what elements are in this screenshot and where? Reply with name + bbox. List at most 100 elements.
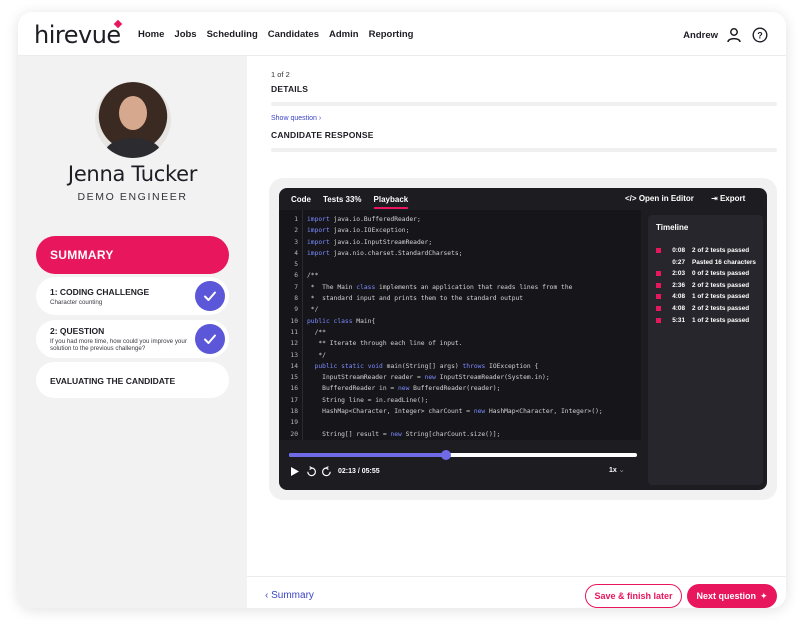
timeline-event[interactable]: 0:27 Pasted 16 characters (656, 257, 756, 268)
nav-home[interactable]: Home (138, 29, 164, 40)
speed-value: 1x (609, 467, 617, 474)
hirevue-logo[interactable]: hirevue (34, 21, 121, 49)
candidate-avatar (95, 82, 171, 158)
event-text: 0 of 2 tests passed (692, 270, 750, 278)
back-to-summary-link[interactable]: ‹ Summary (265, 590, 314, 601)
event-marker-icon (656, 306, 661, 311)
code-line: 12 ** Iterate through each line of input… (279, 338, 641, 349)
step-subtitle: If you had more time, how could you impr… (50, 338, 187, 353)
user-icon[interactable] (726, 27, 742, 43)
line-number: 18 (290, 408, 298, 416)
line-number: 11 (290, 328, 298, 336)
code-text: * The Main class implements an applicati… (307, 283, 573, 291)
code-text: HashMap<Character, Integer> charCount = … (307, 408, 603, 416)
event-text: 1 of 2 tests passed (692, 293, 750, 301)
rewind-icon[interactable] (306, 465, 317, 477)
code-line: 15 InputStreamReader reader = new InputS… (279, 372, 641, 383)
code-view[interactable]: 1 import java.io.BufferedReader; 2 import j… (279, 210, 641, 440)
code-line: 13 */ (279, 350, 641, 361)
next-question-button[interactable]: Next question ✦ (687, 584, 777, 608)
event-text: 2 of 2 tests passed (692, 281, 750, 289)
timeline-event[interactable]: 5:31 1 of 2 tests passed (656, 315, 749, 326)
tab-tests[interactable]: Tests 33% (323, 195, 362, 204)
timeline-event[interactable]: 0:08 2 of 2 tests passed (656, 245, 749, 256)
code-line: 4 import java.nio.charset.StandardCharset… (279, 248, 641, 259)
line-number: 9 (294, 306, 298, 314)
save-finish-later-button[interactable]: Save & finish later (585, 584, 682, 608)
timeline-event[interactable]: 2:36 2 of 2 tests passed (656, 280, 749, 291)
line-number: 6 (294, 272, 298, 280)
open-in-editor-button[interactable]: </> Open in Editor (625, 194, 694, 203)
line-number: 10 (290, 317, 298, 325)
step-evaluating[interactable]: EVALUATING THE CANDIDATE (36, 362, 229, 398)
step-question[interactable]: 2: QUESTION If you had more time, how co… (36, 320, 229, 358)
forward-icon[interactable] (321, 465, 332, 477)
tab-playback[interactable]: Playback (373, 195, 409, 209)
nav-admin[interactable]: Admin (329, 29, 359, 40)
line-number: 19 (290, 419, 298, 427)
code-line: 18 HashMap<Character, Integer> charCount… (279, 406, 641, 417)
summary-button[interactable]: SUMMARY (36, 236, 229, 274)
event-time: 0:27 (672, 258, 685, 266)
line-number: 17 (290, 396, 298, 404)
next-question-label: Next question (696, 591, 756, 601)
completed-check-icon (195, 324, 225, 354)
player-tabs: Code Tests 33% Playback </> Open in Edit… (279, 188, 767, 210)
event-text: Pasted 16 characters (692, 258, 756, 266)
user-name[interactable]: Andrew (683, 30, 718, 41)
candidate-title: DEMO ENGINEER (77, 191, 188, 203)
code-line: 1 import java.io.BufferedReader; (279, 214, 641, 225)
line-number: 2 (294, 227, 298, 235)
code-text: String line = in.readLine(); (307, 396, 429, 404)
step-coding-challenge[interactable]: 1: CODING CHALLENGE Character counting (36, 277, 229, 315)
code-playback-player: Code Tests 33% Playback </> Open in Edit… (279, 188, 767, 490)
event-time: 5:31 (672, 316, 685, 324)
nav-jobs[interactable]: Jobs (174, 29, 196, 40)
show-question-label: Show question (271, 115, 317, 122)
timeline-panel: Timeline 0:08 2 of 2 tests passed 0:27 Past… (648, 215, 763, 485)
code-line: 2 import java.io.IOException; (279, 225, 641, 236)
nav-scheduling[interactable]: Scheduling (207, 29, 258, 40)
code-text: public class Main{ (307, 317, 376, 325)
code-text: * standard input and prints them to the … (307, 295, 524, 303)
player-card: Code Tests 33% Playback </> Open in Edit… (269, 178, 777, 500)
help-icon[interactable]: ? (752, 27, 768, 43)
code-line: 19 (279, 417, 641, 428)
playback-speed-select[interactable]: 1x ⌄ (609, 466, 625, 474)
code-line: 14 public static void main(String[] args… (279, 361, 641, 372)
event-marker-icon (656, 260, 661, 265)
time-readout: 02:13 / 05:55 (338, 467, 380, 475)
timeline-event[interactable]: 2:03 0 of 2 tests passed (656, 268, 749, 279)
event-time: 0:08 (672, 247, 685, 254)
event-time: 4:08 (672, 293, 685, 301)
line-number: 14 (290, 362, 298, 370)
code-text: */ (307, 351, 326, 359)
progress-handle[interactable] (440, 450, 451, 460)
play-icon[interactable] (289, 466, 300, 477)
top-nav: hirevue Home Jobs Scheduling Candidates … (18, 12, 786, 56)
code-line: 3 import java.io.InputStreamReader; (279, 237, 641, 248)
code-text: import java.io.BufferedReader; (307, 216, 421, 223)
code-line: 17 String line = in.readLine(); (279, 395, 641, 406)
event-marker-icon (656, 271, 661, 277)
playback-progress-bar[interactable] (289, 450, 637, 460)
nav-candidates[interactable]: Candidates (268, 29, 319, 40)
event-text: 2 of 2 tests passed (692, 305, 750, 312)
line-number: 8 (294, 295, 298, 303)
timeline-event[interactable]: 4:08 1 of 2 tests passed (656, 291, 749, 302)
line-number: 12 (290, 340, 298, 348)
nav-reporting[interactable]: Reporting (369, 29, 414, 40)
line-number: 7 (294, 283, 298, 291)
progress-fill (289, 453, 446, 457)
export-label: Export (719, 194, 746, 203)
tab-code[interactable]: Code (291, 195, 311, 204)
timeline-event[interactable]: 4:08 2 of 2 tests passed (656, 303, 749, 314)
event-time: 2:36 (672, 281, 685, 289)
export-button[interactable]: ⇥ Export (711, 194, 745, 203)
code-line: 5 (279, 259, 641, 270)
code-line: 10 public class Main{ (279, 316, 641, 327)
show-question-link[interactable]: Show question › (271, 115, 321, 122)
code-text: InputStreamReader reader = new InputStre… (307, 374, 550, 382)
candidate-response-heading: CANDIDATE RESPONSE (271, 130, 374, 140)
code-line: 7 * The Main class implements an applica… (279, 282, 641, 293)
